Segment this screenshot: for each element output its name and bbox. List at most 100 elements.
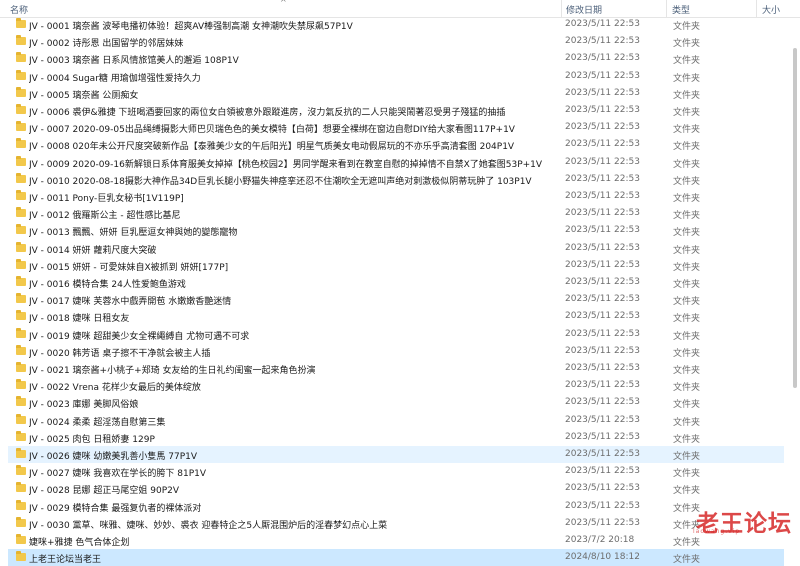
folder-icon	[16, 499, 26, 510]
item-type: 文件夹	[673, 194, 701, 204]
item-modified-date: 2023/5/11 22:53	[565, 414, 640, 425]
folder-icon	[16, 155, 26, 166]
file-list-item[interactable]: JV - 0018 婕咪 日租女友 2023/5/11 22:53 文件夹	[8, 308, 784, 325]
file-list-item[interactable]: JV - 0014 妍妍 蘿莉尺度大突破 2023/5/11 22:53 文件夹	[8, 240, 784, 257]
folder-icon	[16, 276, 26, 286]
item-type: 文件夹	[673, 159, 701, 170]
item-type: 文件夹	[673, 469, 701, 480]
file-list-item[interactable]: JV - 0021 璃奈酱+小桃子+郑琦 女友给的生日礼约闺蜜一起来角色扮演 20…	[8, 360, 784, 377]
file-list-item[interactable]: JV - 0007 2020-09-05出品绳缚摄影大师巴贝瑞色色的美女模特【白…	[8, 119, 784, 136]
file-list-item[interactable]: JV - 0028 昆娜 超正马尾空姐 90P2V 2023/5/11 22:53…	[8, 480, 784, 497]
folder-icon	[16, 69, 26, 80]
file-list-item[interactable]: JV - 0004 Sugar糖 用瑜伽增强性爱持久力 2023/5/11 22:…	[8, 68, 784, 85]
item-type: 文件夹	[673, 486, 701, 497]
item-modified-date: 2023/5/11 22:53	[565, 208, 640, 219]
item-name: JV - 0027 婕咪 我喜欢在学长的胯下 81P1V	[29, 469, 207, 480]
file-list-item[interactable]: JV - 0013 飄飄、妍妍 巨乳壓逗女神與她的變態寵物 2023/5/11 2…	[8, 222, 784, 239]
folder-icon	[16, 551, 26, 562]
folder-icon	[16, 104, 26, 114]
file-list-item[interactable]: JV - 0027 婕咪 我喜欢在学长的胯下 81P1V 2023/5/11 22…	[8, 463, 784, 480]
folder-icon	[16, 18, 26, 28]
folder-icon	[16, 224, 26, 235]
folder-icon	[16, 379, 26, 390]
item-name: JV - 0002 诗彤恩 出国留学的邻居妹妹	[29, 39, 184, 50]
file-list-item[interactable]: JV - 0025 肉包 日租娇妻 129P 2023/5/11 22:53 文件夹	[8, 429, 784, 446]
column-header-size[interactable]: 大小	[762, 3, 780, 16]
file-list-item[interactable]: JV - 0016 模特合集 24人性爱鲍鱼游戏 2023/5/11 22:53 文…	[8, 274, 784, 291]
item-modified-date: 2023/5/11 22:53	[565, 517, 640, 528]
column-separator[interactable]	[756, 0, 757, 17]
item-type: 文件夹	[673, 331, 701, 342]
item-modified-date: 2023/5/11 22:53	[565, 500, 640, 511]
file-list-item[interactable]: JV - 0029 模特合集 最强复仇者的裸体派对 2023/5/11 22:53…	[8, 498, 784, 515]
item-name: JV - 0009 2020-09-16新解锁日系体育服美女掉掉【桃色校园2】男…	[29, 159, 543, 170]
item-modified-date: 2023/5/11 22:53	[565, 191, 640, 201]
file-list-item[interactable]: JV - 0009 2020-09-16新解锁日系体育服美女掉掉【桃色校园2】男…	[8, 154, 784, 171]
item-type: 文件夹	[673, 417, 701, 428]
item-modified-date: 2023/5/11 22:53	[565, 70, 640, 81]
folder-icon	[16, 310, 26, 321]
file-list-item[interactable]: JV - 0017 婕咪 芙蓉水中戲弄開苞 水嫩嫩香艷迷情 2023/5/11 2…	[8, 291, 784, 308]
folder-icon	[16, 534, 26, 544]
item-type: 文件夹	[673, 400, 701, 411]
file-list-item[interactable]: JV - 0011 Pony-巨乳女秘书[1V119P] 2023/5/11 22…	[8, 188, 784, 205]
item-type: 文件夹	[673, 211, 701, 222]
item-modified-date: 2023/5/11 22:53	[565, 105, 640, 115]
item-modified-date: 2023/5/11 22:53	[565, 466, 640, 477]
file-list-item[interactable]: JV - 0022 Vrena 花样少女最后的美体绽放 2023/5/11 22:…	[8, 377, 784, 394]
column-header-type[interactable]: 类型	[672, 3, 690, 16]
column-separator[interactable]	[666, 0, 667, 17]
folder-icon	[16, 258, 26, 269]
item-type: 文件夹	[673, 555, 701, 566]
file-list-item[interactable]: JV - 0008 020年未公开尺度突破新作品【泰雅美少女的午后阳光】明星气质…	[8, 136, 784, 153]
file-list-item[interactable]: JV - 0002 诗彤恩 出国留学的邻居妹妹 2023/5/11 22:53 文件…	[8, 33, 784, 50]
item-type: 文件夹	[673, 434, 701, 445]
item-modified-date: 2023/5/11 22:53	[565, 225, 640, 236]
file-list-item[interactable]: JV - 0015 妍妍 - 可愛妹妹自X被抓到 妍妍[177P] 2023/5/…	[8, 257, 784, 274]
file-list-item[interactable]: JV - 0001 璃奈酱 波琴电播初体验！超爽AV棒强制高潮 女神潮吹失禁尿飙…	[8, 16, 784, 33]
item-type: 文件夹	[673, 383, 701, 394]
vertical-scrollbar[interactable]	[784, 18, 800, 537]
item-modified-date: 2023/5/11 22:53	[565, 53, 640, 64]
file-list-item[interactable]: JV - 0012 俄羅斯公主 - 超性感比基尼 2023/5/11 22:53 文…	[8, 205, 784, 222]
folder-icon	[16, 86, 26, 97]
file-list-item[interactable]: 上老王论坛当老王 2024/8/10 18:12 文件夹	[8, 549, 784, 566]
item-name: JV - 0018 婕咪 日租女友	[29, 314, 130, 325]
item-modified-date: 2023/5/11 22:53	[565, 380, 640, 391]
item-type: 文件夹	[673, 73, 701, 84]
file-list-item[interactable]: JV - 0023 庫娜 美脚风俗娘 2023/5/11 22:53 文件夹	[8, 394, 784, 411]
folder-icon	[16, 362, 26, 372]
item-modified-date: 2023/5/11 22:53	[565, 483, 640, 494]
item-type: 文件夹	[673, 176, 701, 187]
file-list-item[interactable]: JV - 0006 裘伊&雅捷 下班喝酒要回家的兩位女白領被意外跟蹤進房，沒力氣…	[8, 102, 784, 119]
file-list-item[interactable]: JV - 0005 璃奈酱 公厕痴女 2023/5/11 22:53 文件夹	[8, 85, 784, 102]
column-header-name[interactable]: 名称	[10, 3, 28, 16]
scrollbar-thumb[interactable]	[793, 48, 797, 388]
folder-icon	[16, 52, 26, 63]
item-name: JV - 0015 妍妍 - 可愛妹妹自X被抓到 妍妍[177P]	[29, 262, 229, 273]
file-list-item[interactable]: JV - 0010 2020-08-18摄影大神作品34D巨乳长腿小野猫失神痉挛…	[8, 171, 784, 188]
file-list-item[interactable]: JV - 0026 婕咪 幼嫩美乳善小隻馬 77P1V 2023/5/11 22:…	[8, 446, 784, 463]
item-type: 文件夹	[673, 348, 701, 359]
item-name: JV - 0006 裘伊&雅捷 下班喝酒要回家的兩位女白領被意外跟蹤進房，沒力氣…	[29, 108, 506, 118]
column-separator[interactable]	[561, 0, 562, 17]
item-type: 文件夹	[673, 108, 701, 118]
item-name: JV - 0021 璃奈酱+小桃子+郑琦 女友给的生日礼约闺蜜一起来角色扮演	[29, 366, 316, 376]
column-header-date[interactable]: 修改日期	[566, 3, 602, 16]
item-modified-date: 2023/5/11 22:53	[565, 345, 640, 356]
file-list-item[interactable]: JV - 0024 柔柔 超淫荡自慰第三集 2023/5/11 22:53 文件夹	[8, 412, 784, 429]
file-list-item[interactable]: JV - 0020 韩芳语 桌子擦不干净就会被主人插 2023/5/11 22:5…	[8, 343, 784, 360]
item-type: 文件夹	[673, 366, 701, 376]
file-list-item[interactable]: JV - 0019 婕咪 超甜美少女全裸繩縛自 尤物可遇不可求 2023/5/11…	[8, 326, 784, 343]
item-modified-date: 2023/5/11 22:53	[565, 87, 640, 98]
item-type: 文件夹	[673, 262, 701, 273]
file-list-item[interactable]: 婕咪+雅捷 色气合体企划 2023/7/2 20:18 文件夹	[8, 532, 784, 549]
item-name: JV - 0004 Sugar糖 用瑜伽增强性爱持久力	[29, 73, 201, 84]
file-list: JV - 0001 璃奈酱 波琴电播初体验！超爽AV棒强制高潮 女神潮吹失禁尿飙…	[0, 16, 784, 566]
folder-icon	[16, 327, 26, 338]
item-name: JV - 0020 韩芳语 桌子擦不干净就会被主人插	[29, 348, 211, 359]
file-list-item[interactable]: JV - 0003 璃奈酱 日系风情旅馆美人的邂逅 108P1V 2023/5/1…	[8, 50, 784, 67]
item-modified-date: 2023/5/11 22:53	[565, 242, 640, 253]
file-list-item[interactable]: JV - 0030 黨草、咪雅、婕咪、妙妙、裘衣 迎春特企之5人厮混围炉后的淫春…	[8, 515, 784, 532]
folder-icon	[16, 35, 26, 46]
